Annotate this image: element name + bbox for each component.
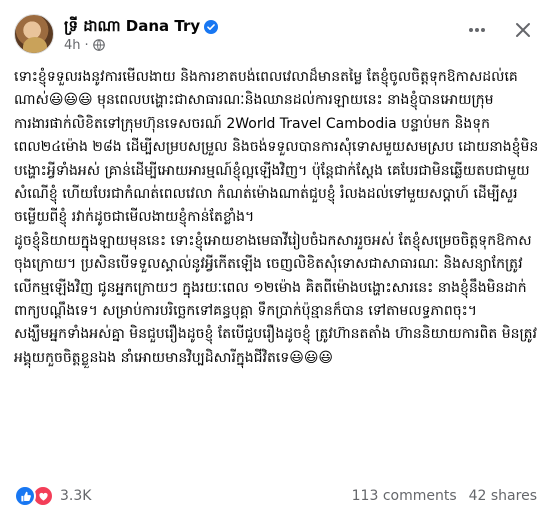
reactions-summary[interactable]: 3.3K (14, 485, 91, 507)
like-icon (14, 485, 36, 507)
author-avatar[interactable] (14, 14, 54, 54)
header-actions (461, 14, 539, 46)
shares-count[interactable]: 42 shares (469, 488, 537, 504)
separator-dot: · (84, 37, 89, 53)
author-row: ទ្រី ដាណា Dana Try (64, 16, 219, 36)
verified-icon (204, 19, 219, 34)
engagement-counts: 113 comments 42 shares (352, 488, 537, 504)
post-meta: ទ្រី ដាណា Dana Try 4h · (64, 16, 219, 53)
more-icon[interactable] (461, 14, 493, 46)
globe-icon (92, 39, 105, 51)
post-body: ទោះខ្ញុំទទួលរងនូវការមើលងាយ និងការខាតបង់ព… (14, 69, 539, 366)
time-row: 4h · (64, 38, 218, 53)
engagement-bar: 3.3K 113 comments 42 shares (14, 484, 537, 508)
author-name[interactable]: ទ្រី ដាណា Dana Try (64, 16, 200, 36)
post-header: ទ្រី ដាណា Dana Try 4h · (14, 10, 219, 58)
comments-count[interactable]: 113 comments (352, 488, 457, 504)
post-time[interactable]: 4h (64, 38, 81, 53)
close-icon[interactable] (507, 14, 539, 46)
post-card: ទ្រី ដាណា Dana Try 4h · ទោះខ្ញុំទទួលរងនូ… (0, 0, 551, 516)
reactions-count[interactable]: 3.3K (60, 488, 91, 504)
